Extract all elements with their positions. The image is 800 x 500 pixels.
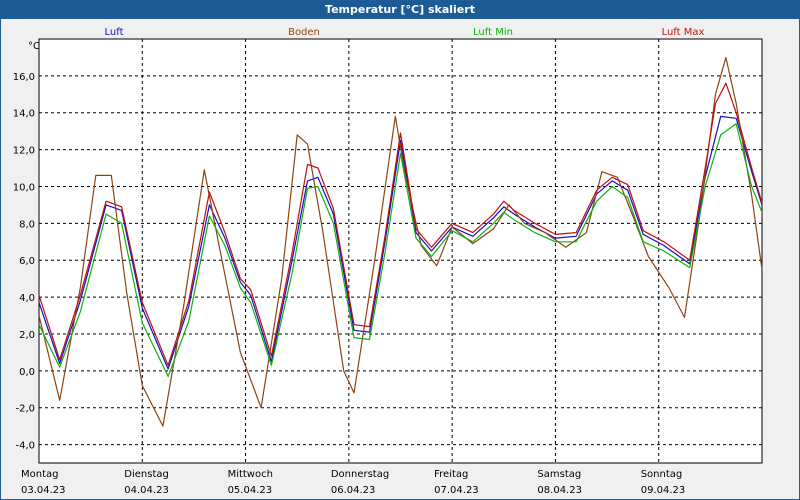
y-tick-label: 10,0 <box>13 182 35 193</box>
x-tick-date-label: 03.04.23 <box>21 485 66 496</box>
x-tick-date-label: 08.04.23 <box>537 485 582 496</box>
y-tick-label: 2,0 <box>19 330 35 341</box>
x-axis-ticks: Montag 03.04.23 Dienstag 04.04.23 Mittwoch 05… <box>21 469 685 496</box>
y-tick-label: -2,0 <box>15 404 35 415</box>
y-tick-label: 12,0 <box>13 146 35 157</box>
legend-entry: Boden <box>288 27 320 38</box>
legend-entry: Luft <box>105 27 124 38</box>
chart-window: Temperatur [°C] skaliert -4,0 -2,0 0,0 2,0 4… <box>0 0 800 500</box>
x-tick-date-label: 06.04.23 <box>331 485 376 496</box>
x-tick-date-label: 04.04.23 <box>124 485 169 496</box>
y-tick-label: 0,0 <box>19 367 35 378</box>
y-axis-unit-label: °C <box>28 41 40 52</box>
y-tick-label: 6,0 <box>19 256 35 267</box>
legend-entry: Luft Min <box>473 27 513 38</box>
x-tick-day-label: Sonntag <box>641 469 683 480</box>
y-axis-ticks: -4,0 -2,0 0,0 2,0 4,0 6,0 8,0 10,0 12,0 14,0 16,0 <box>13 72 35 452</box>
legend-entry: Luft Max <box>662 27 705 38</box>
x-tick-date-label: 09.04.23 <box>641 485 686 496</box>
x-tick-day-label: Montag <box>21 469 58 480</box>
y-tick-label: 16,0 <box>13 72 35 83</box>
legend: Luft Boden Luft Min Luft Max <box>105 27 705 38</box>
x-tick-date-label: 05.04.23 <box>228 485 273 496</box>
x-tick-day-label: Samstag <box>537 469 581 480</box>
y-tick-label: -4,0 <box>15 441 35 452</box>
y-tick-label: 14,0 <box>13 109 35 120</box>
plot-area <box>38 38 763 464</box>
x-tick-day-label: Donnerstag <box>331 469 389 480</box>
x-tick-day-label: Dienstag <box>124 469 169 480</box>
x-tick-day-label: Mittwoch <box>228 469 273 480</box>
x-tick-day-label: Freitag <box>434 469 468 480</box>
chart-canvas: -4,0-2,00,02,04,06,08,010,012,014,016,0 … <box>13 27 763 496</box>
y-tick-label: 4,0 <box>19 293 35 304</box>
x-tick-date-label: 07.04.23 <box>434 485 479 496</box>
y-tick-label: 8,0 <box>19 219 35 230</box>
